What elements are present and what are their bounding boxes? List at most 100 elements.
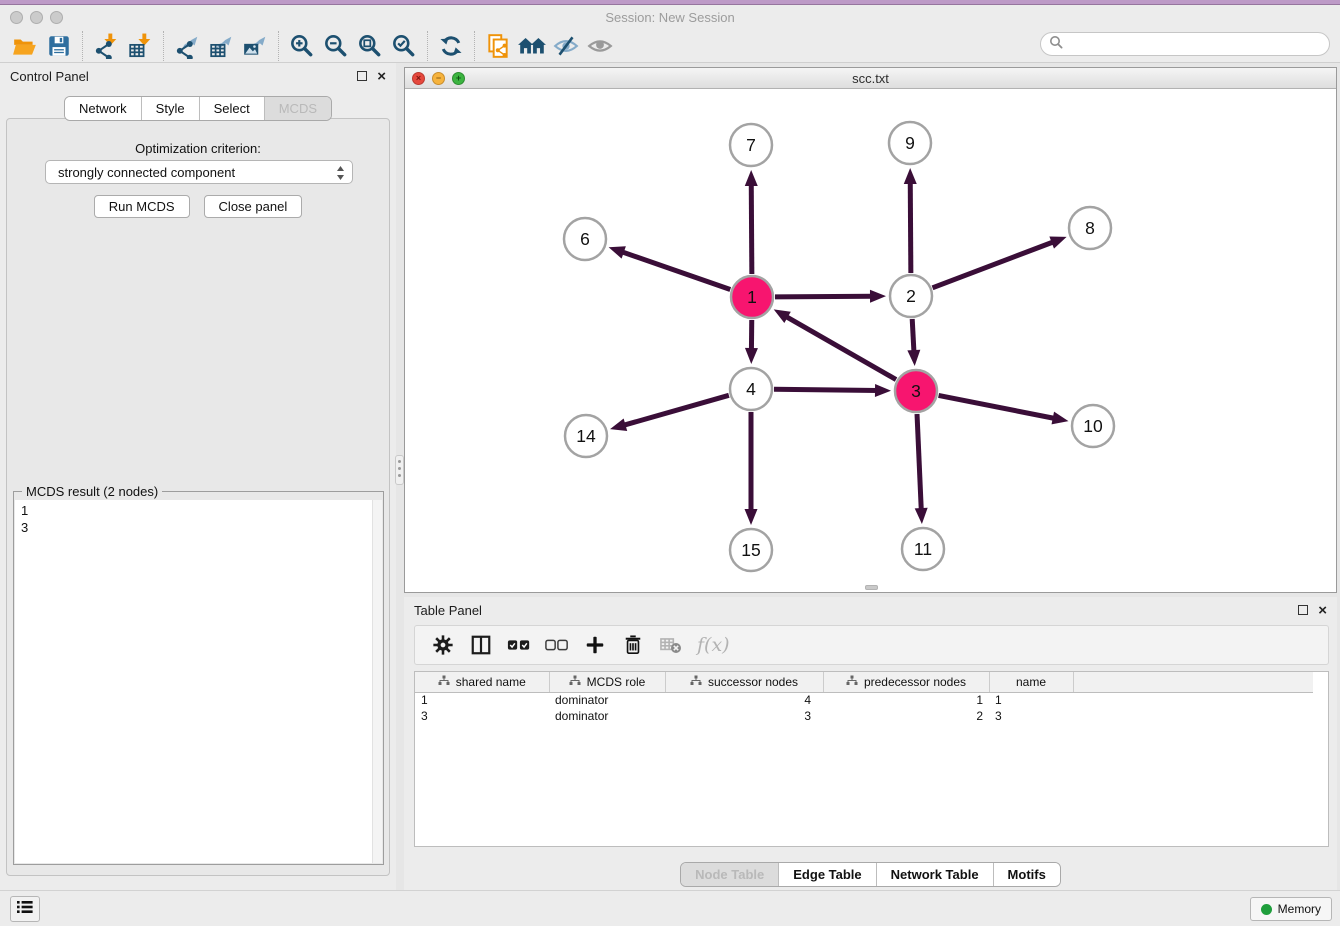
tab-edge-table[interactable]: Edge Table bbox=[778, 863, 875, 886]
eye-slash-icon[interactable] bbox=[549, 32, 583, 60]
graph-node-14[interactable]: 14 bbox=[565, 415, 607, 457]
titlebar: Session: New Session bbox=[0, 5, 1340, 29]
fx-function-builder-icon: f(x) bbox=[697, 634, 730, 656]
tab-style[interactable]: Style bbox=[141, 97, 199, 120]
import-table-icon[interactable] bbox=[123, 32, 157, 60]
table-row[interactable]: 1dominator411 bbox=[415, 692, 1313, 708]
cell[interactable]: dominator bbox=[549, 708, 665, 724]
eye-icon[interactable] bbox=[583, 32, 617, 60]
trash-icon[interactable] bbox=[619, 631, 647, 659]
cell[interactable]: 2 bbox=[823, 708, 989, 724]
svg-text:7: 7 bbox=[746, 135, 756, 155]
graph-node-3[interactable]: 3 bbox=[895, 370, 937, 412]
column-header-name[interactable]: name bbox=[989, 672, 1073, 692]
zoom-fit-icon[interactable] bbox=[353, 32, 387, 60]
column-header-successor-nodes[interactable]: successor nodes bbox=[665, 672, 823, 692]
save-session-icon[interactable] bbox=[42, 32, 76, 60]
graph-node-15[interactable]: 15 bbox=[730, 529, 772, 571]
svg-text:3: 3 bbox=[911, 381, 921, 401]
node-table[interactable]: shared nameMCDS rolesuccessor nodesprede… bbox=[414, 671, 1329, 847]
task-history-button[interactable] bbox=[10, 896, 40, 922]
run-mcds-button[interactable]: Run MCDS bbox=[94, 195, 190, 218]
tab-mcds[interactable]: MCDS bbox=[264, 97, 331, 120]
graph-node-7[interactable]: 7 bbox=[730, 124, 772, 166]
close-panel-button[interactable]: Close panel bbox=[204, 195, 303, 218]
graph-node-1[interactable]: 1 bbox=[731, 276, 773, 318]
network-window-titlebar[interactable]: × − + scc.txt bbox=[405, 68, 1336, 89]
zoom-in-icon[interactable] bbox=[285, 32, 319, 60]
refresh-icon[interactable] bbox=[434, 32, 468, 60]
optimization-criterion-label: Optimization criterion: bbox=[7, 141, 389, 156]
houses-icon[interactable] bbox=[515, 32, 549, 60]
column-header-shared-name[interactable]: shared name bbox=[415, 672, 549, 692]
graph-node-11[interactable]: 11 bbox=[902, 528, 944, 570]
network-canvas[interactable]: 7 9 6 8 1 2 4 3 14 10 15 11 bbox=[405, 89, 1336, 592]
graph-node-10[interactable]: 10 bbox=[1072, 405, 1114, 447]
checked-boxes-icon[interactable] bbox=[505, 631, 533, 659]
svg-text:2: 2 bbox=[906, 286, 916, 306]
graph-node-2[interactable]: 2 bbox=[890, 275, 932, 317]
sort-tree-icon bbox=[569, 675, 581, 689]
svg-text:14: 14 bbox=[576, 426, 596, 446]
mcds-result-group: MCDS result (2 nodes) 13 bbox=[13, 491, 384, 865]
graph-node-9[interactable]: 9 bbox=[889, 122, 931, 164]
export-table-icon[interactable] bbox=[204, 32, 238, 60]
add-icon[interactable] bbox=[581, 631, 609, 659]
unchecked-boxes-icon[interactable] bbox=[543, 631, 571, 659]
mcds-result-textarea[interactable]: 13 bbox=[15, 500, 382, 863]
cell[interactable]: 1 bbox=[989, 692, 1073, 708]
network-from-selection-icon[interactable] bbox=[481, 32, 515, 60]
tab-select[interactable]: Select bbox=[199, 97, 264, 120]
svg-text:11: 11 bbox=[914, 539, 932, 559]
open-session-folder-icon[interactable] bbox=[8, 32, 42, 60]
mcds-result-title: MCDS result (2 nodes) bbox=[22, 484, 162, 499]
graph-node-8[interactable]: 8 bbox=[1069, 207, 1111, 249]
cell[interactable]: 4 bbox=[665, 692, 823, 708]
memory-label: Memory bbox=[1278, 902, 1321, 916]
tab-network[interactable]: Network bbox=[65, 97, 141, 120]
cell[interactable]: 3 bbox=[415, 708, 549, 724]
optimization-criterion-select[interactable]: strongly connected component bbox=[45, 160, 353, 184]
zoom-selected-icon[interactable] bbox=[387, 32, 421, 60]
float-panel-icon[interactable] bbox=[357, 71, 367, 81]
cell[interactable]: 1 bbox=[415, 692, 549, 708]
cell[interactable]: dominator bbox=[549, 692, 665, 708]
zoom-out-icon[interactable] bbox=[319, 32, 353, 60]
graph-node-6[interactable]: 6 bbox=[564, 218, 606, 260]
toolbar-separator bbox=[163, 31, 164, 61]
search-input[interactable] bbox=[1068, 37, 1329, 51]
panel-splitter-handle[interactable] bbox=[395, 455, 404, 485]
canvas-hscroll-thumb[interactable] bbox=[865, 585, 878, 590]
import-network-icon[interactable] bbox=[89, 32, 123, 60]
toolbar-separator bbox=[474, 31, 475, 61]
export-image-icon[interactable] bbox=[238, 32, 272, 60]
column-header-MCDS-role[interactable]: MCDS role bbox=[549, 672, 665, 692]
split-columns-icon[interactable] bbox=[467, 631, 495, 659]
column-header-predecessor-nodes[interactable]: predecessor nodes bbox=[823, 672, 989, 692]
result-scrollbar[interactable] bbox=[372, 500, 382, 863]
list-icon bbox=[17, 900, 33, 919]
window-title: Session: New Session bbox=[0, 10, 1340, 25]
tab-node-table[interactable]: Node Table bbox=[681, 863, 778, 886]
table-row[interactable]: 3dominator323 bbox=[415, 708, 1313, 724]
mcds-result-line: 1 bbox=[21, 502, 376, 519]
graph-node-4[interactable]: 4 bbox=[730, 368, 772, 410]
search-box[interactable] bbox=[1040, 32, 1330, 56]
sort-tree-icon bbox=[438, 675, 450, 689]
svg-text:4: 4 bbox=[746, 379, 756, 399]
export-network-icon[interactable] bbox=[170, 32, 204, 60]
tab-motifs[interactable]: Motifs bbox=[993, 863, 1060, 886]
cell[interactable]: 3 bbox=[665, 708, 823, 724]
cell[interactable]: 1 bbox=[823, 692, 989, 708]
svg-text:1: 1 bbox=[747, 287, 757, 307]
float-table-panel-icon[interactable] bbox=[1298, 605, 1308, 615]
tab-network-table[interactable]: Network Table bbox=[876, 863, 993, 886]
gear-icon[interactable] bbox=[429, 631, 457, 659]
memory-button[interactable]: Memory bbox=[1250, 897, 1332, 921]
delete-table-icon bbox=[657, 631, 685, 659]
cell[interactable]: 3 bbox=[989, 708, 1073, 724]
sort-tree-icon bbox=[846, 675, 858, 689]
svg-text:10: 10 bbox=[1083, 416, 1103, 436]
close-table-panel-icon[interactable]: × bbox=[1318, 603, 1327, 618]
close-panel-icon[interactable]: × bbox=[377, 69, 386, 84]
